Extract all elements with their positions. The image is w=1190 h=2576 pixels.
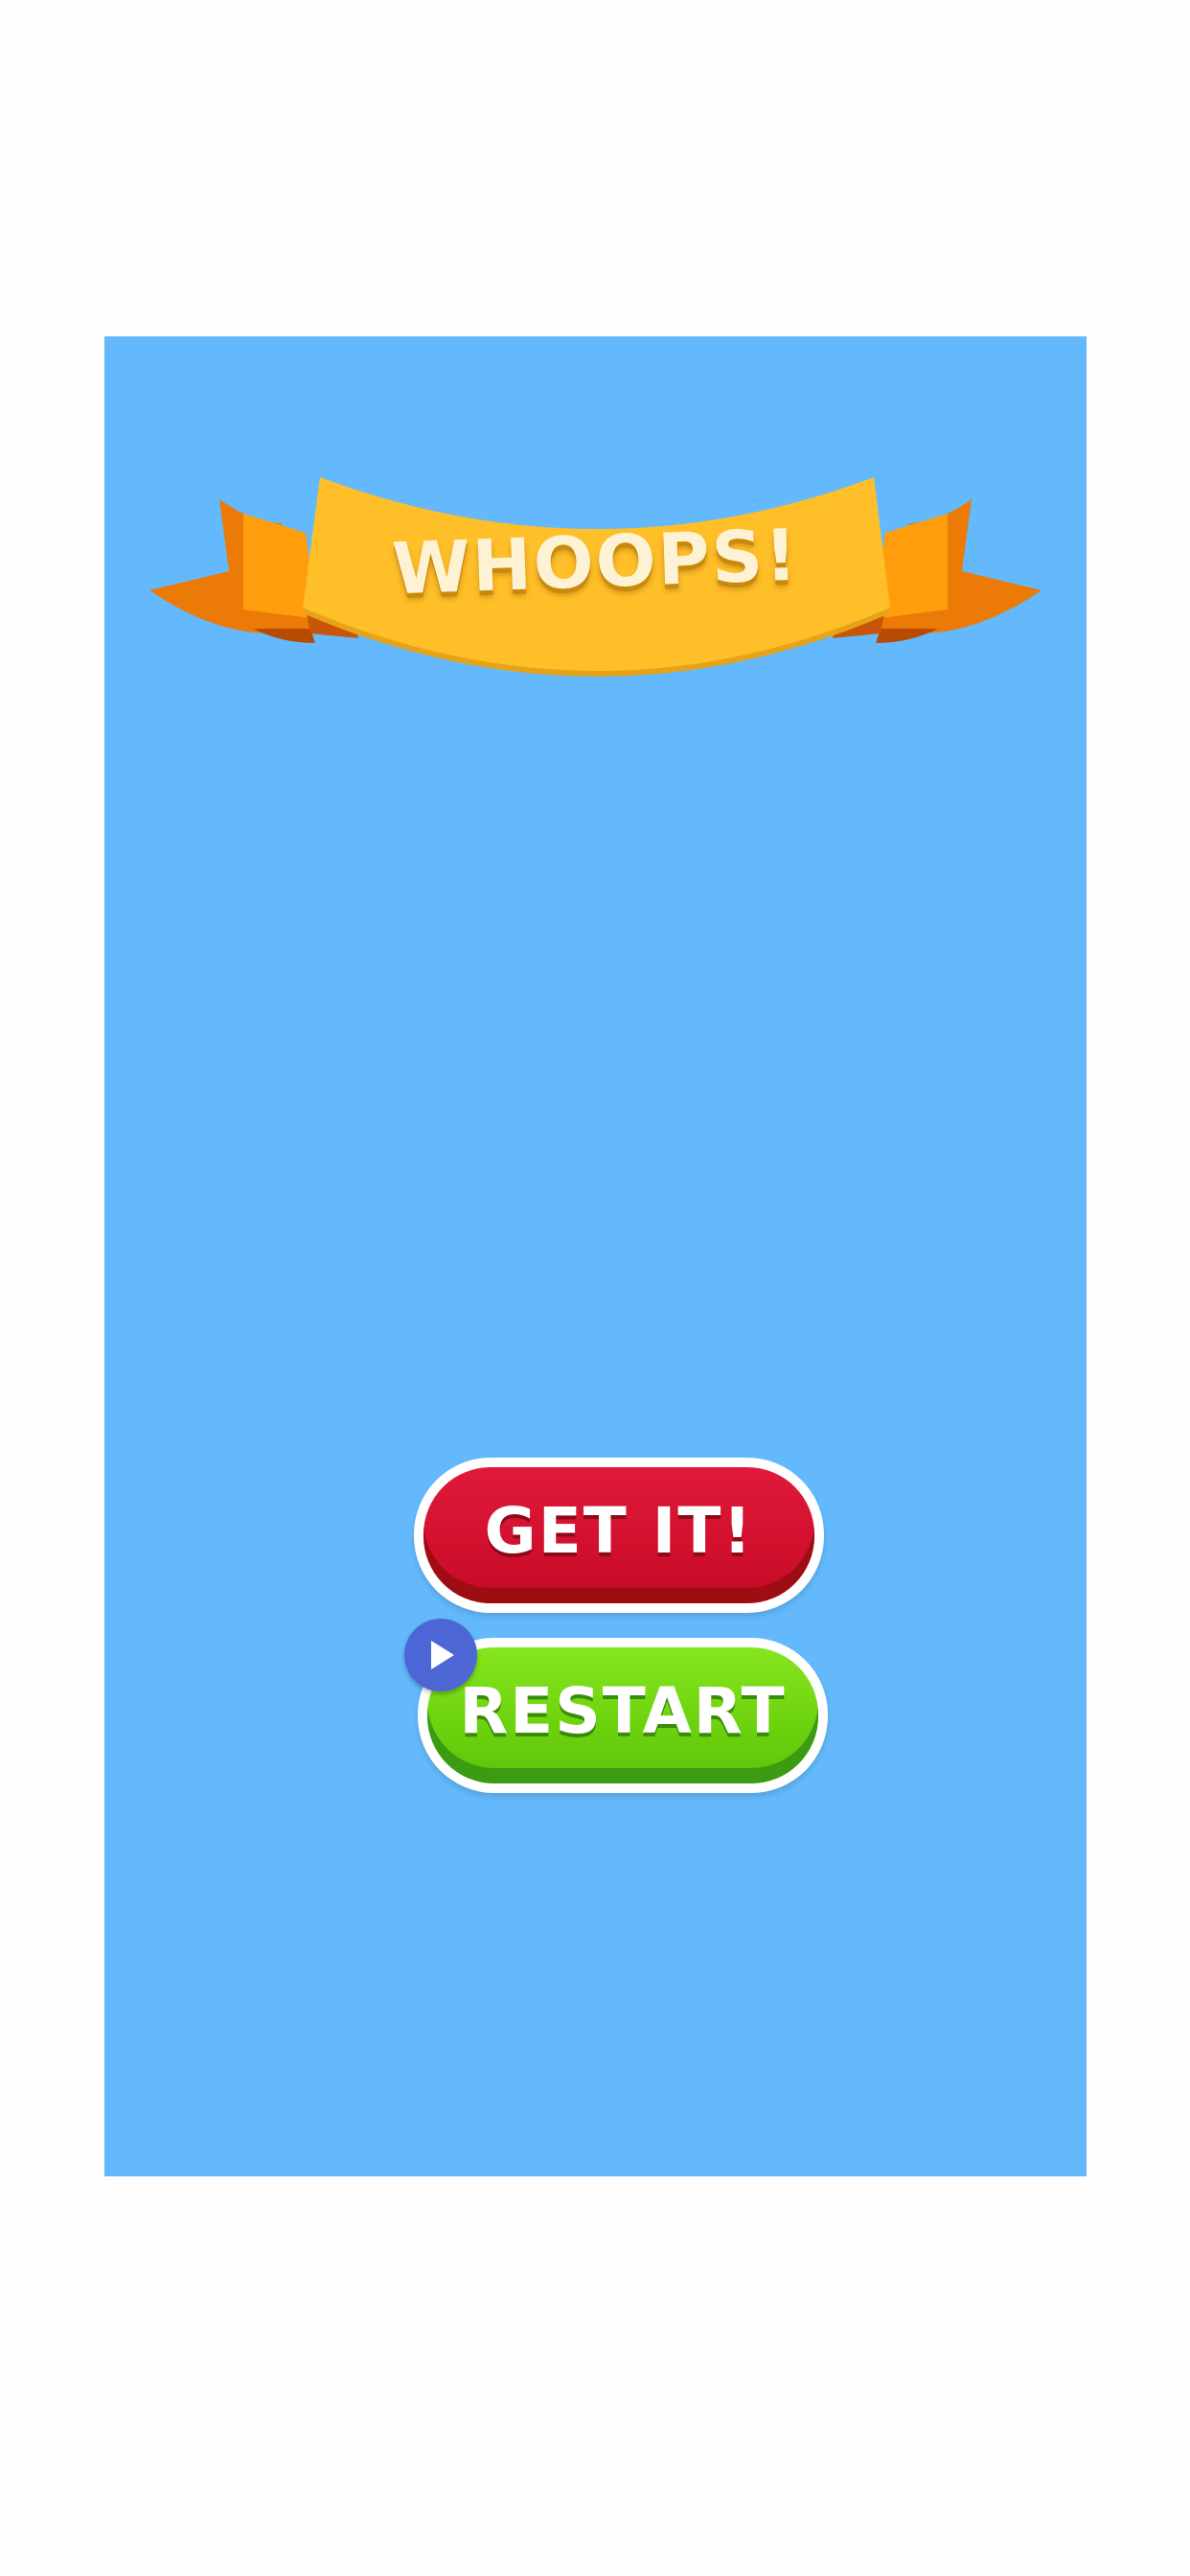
whoops-banner: WHOOPS! (148, 466, 1043, 686)
get-it-button[interactable]: GET IT! (423, 1467, 814, 1603)
restart-button-frame: RESTART (418, 1638, 828, 1793)
restart-button[interactable]: RESTART (427, 1647, 818, 1783)
play-icon (431, 1641, 454, 1669)
ad-video-badge[interactable] (404, 1619, 477, 1691)
game-over-panel: WHOOPS! GET IT! RESTART (104, 336, 1087, 2176)
get-it-button-frame: GET IT! (414, 1458, 824, 1613)
